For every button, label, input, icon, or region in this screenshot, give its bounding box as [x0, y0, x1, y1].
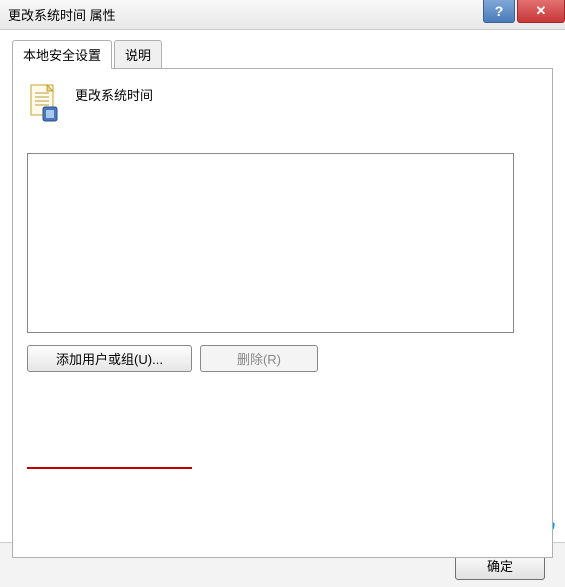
- policy-document-icon: [27, 83, 61, 123]
- titlebar: 更改系统时间 属性 ? ✕: [0, 0, 565, 30]
- window-title: 更改系统时间 属性: [8, 5, 116, 24]
- button-row: 添加用户或组(U)... 删除(R): [27, 345, 538, 372]
- tab-explain[interactable]: 说明: [114, 40, 162, 69]
- tab-local-security-settings[interactable]: 本地安全设置: [12, 40, 112, 69]
- highlight-underline: [27, 467, 192, 469]
- tab-content: 更改系统时间 添加用户或组(U)... 删除(R): [12, 68, 553, 558]
- tab-strip: 本地安全设置 说明: [12, 40, 553, 69]
- add-user-or-group-button[interactable]: 添加用户或组(U)...: [27, 345, 192, 372]
- policy-header: 更改系统时间: [27, 83, 538, 123]
- policy-name: 更改系统时间: [75, 83, 153, 104]
- members-listbox[interactable]: [27, 153, 514, 333]
- title-buttons: ? ✕: [483, 0, 565, 23]
- help-button[interactable]: ?: [483, 0, 515, 23]
- dialog-body: 本地安全设置 说明 更改系统时间 添加用户或组(U)... 删除(R): [0, 30, 565, 570]
- close-button[interactable]: ✕: [517, 0, 565, 23]
- delete-button: 删除(R): [200, 345, 318, 372]
